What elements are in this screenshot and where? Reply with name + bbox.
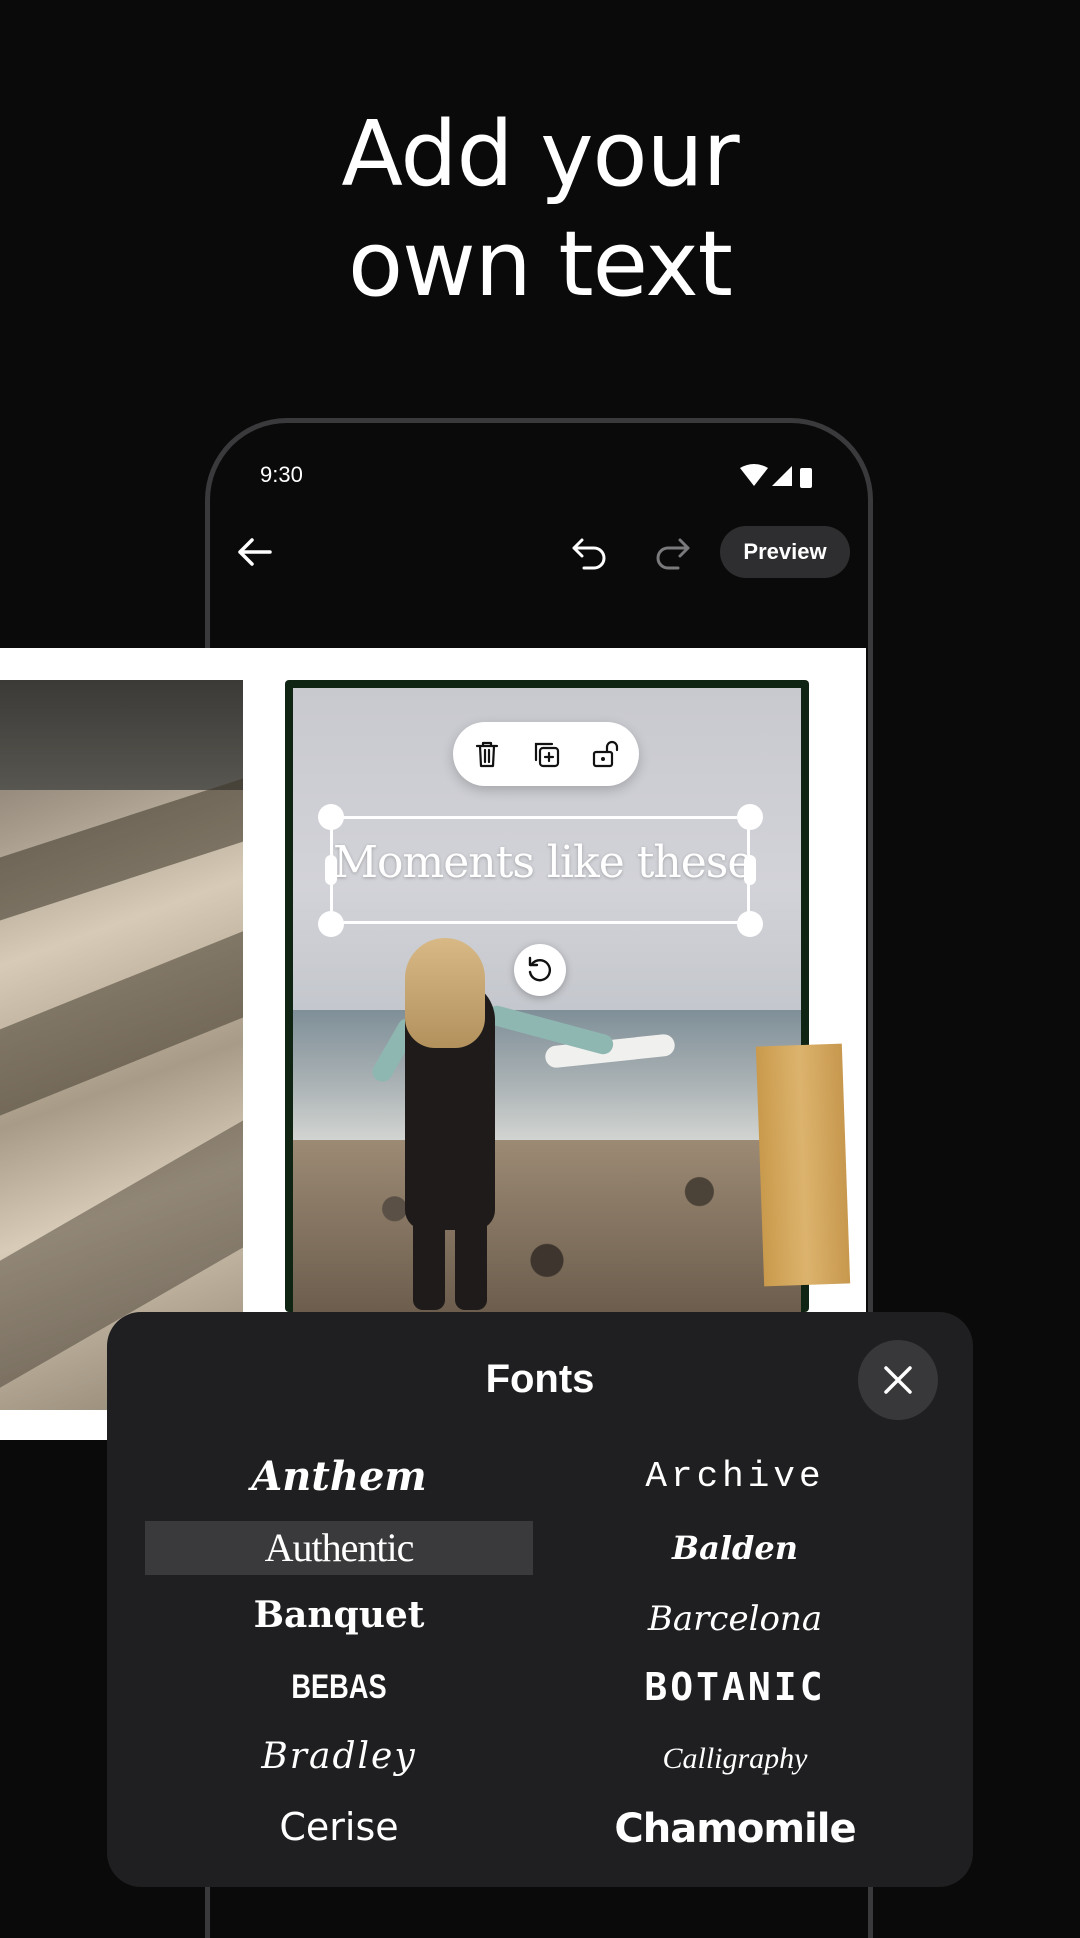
fonts-sheet-title: Fonts [485, 1357, 595, 1401]
resize-handle-bottom-left[interactable] [318, 911, 344, 937]
resize-handle-top-right[interactable] [737, 804, 763, 830]
headline-line-2: own text [348, 212, 733, 317]
status-icons [740, 464, 812, 488]
font-item-chamomile[interactable]: Chamomile [541, 1802, 929, 1856]
status-time: 9:30 [260, 462, 303, 487]
font-item-cerise[interactable]: Cerise [145, 1800, 533, 1854]
headline-line-1: Add your [341, 102, 739, 207]
font-item-banquet[interactable]: Banquet [145, 1588, 533, 1642]
redo-icon[interactable] [650, 530, 694, 574]
font-item-archive[interactable]: Archive [541, 1450, 929, 1504]
font-item-barcelona[interactable]: Barcelona [541, 1592, 929, 1646]
rotate-button[interactable] [514, 944, 566, 996]
duplicate-icon[interactable] [530, 738, 562, 770]
font-item-authentic[interactable]: Authentic [145, 1521, 533, 1575]
tape-sticker[interactable] [755, 1043, 851, 1287]
font-item-bradley[interactable]: Bradley [145, 1730, 533, 1784]
undo-icon[interactable] [568, 530, 612, 574]
font-item-calligraphy[interactable]: Calligraphy [541, 1732, 929, 1786]
preview-button[interactable]: Preview [720, 526, 850, 578]
resize-handle-right[interactable] [744, 855, 756, 885]
text-box[interactable]: Moments like these [330, 816, 753, 924]
back-arrow-icon[interactable] [232, 530, 276, 574]
wifi-icon [740, 464, 768, 486]
unlock-icon[interactable] [589, 738, 621, 770]
headline: Add your own text [0, 100, 1080, 320]
font-item-balden[interactable]: Balden [541, 1521, 929, 1575]
font-item-anthem[interactable]: Anthem [145, 1450, 533, 1504]
signal-icon [772, 466, 792, 486]
text-edit-toolbar [453, 722, 639, 786]
resize-handle-left[interactable] [325, 855, 337, 885]
battery-icon [800, 468, 812, 488]
left-photo[interactable] [0, 680, 243, 1410]
resize-handle-bottom-right[interactable] [737, 911, 763, 937]
rotate-icon [528, 956, 551, 982]
font-item-bebas[interactable]: BEBAS [184, 1660, 494, 1714]
close-button[interactable] [858, 1340, 938, 1420]
trash-icon[interactable] [471, 738, 503, 770]
font-item-botanic[interactable]: BOTANIC [541, 1660, 929, 1714]
fonts-sheet: Fonts Anthem Archive Authentic Balden Ba… [107, 1312, 973, 1887]
close-icon [884, 1366, 912, 1394]
text-overlay[interactable]: Moments like these [333, 837, 753, 888]
resize-handle-top-left[interactable] [318, 804, 344, 830]
